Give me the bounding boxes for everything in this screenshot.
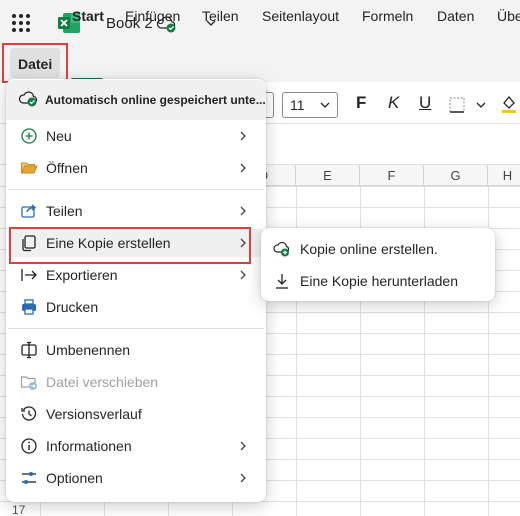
submenu-item-download-copy[interactable]: Eine Kopie herunterladen [261, 266, 495, 296]
download-icon [276, 274, 288, 289]
borders-icon[interactable] [448, 96, 466, 114]
bold-button[interactable]: F [356, 93, 366, 113]
rename-icon [21, 341, 37, 359]
chevron-right-icon [240, 206, 246, 216]
folder-open-icon [20, 162, 38, 174]
menu-item-label: Öffnen [46, 160, 88, 176]
info-icon [21, 438, 37, 454]
menu-item-info[interactable]: Informationen [8, 432, 264, 460]
column-header[interactable]: H [488, 165, 520, 186]
menu-item-export[interactable]: Exportieren [8, 261, 264, 289]
menu-item-label: Drucken [46, 299, 99, 315]
tab-review[interactable]: Übe [497, 8, 520, 24]
tab-insert[interactable]: Einfügen [125, 8, 180, 24]
tab-share[interactable]: Teilen [202, 8, 239, 24]
menu-item-print[interactable]: Drucken [8, 293, 264, 321]
tab-home[interactable]: Start [72, 8, 104, 24]
chevron-down-icon [320, 102, 330, 108]
app-launcher-icon[interactable] [12, 14, 30, 32]
chevron-right-icon [240, 473, 246, 483]
share-icon [21, 204, 37, 218]
cloud-add-icon [273, 241, 290, 257]
chevron-right-icon [240, 131, 246, 141]
cloud-saved-icon [18, 91, 38, 107]
plus-circle-icon [21, 128, 37, 144]
column-header[interactable]: F [360, 165, 424, 186]
menu-item-version-history[interactable]: Versionsverlauf [8, 400, 264, 428]
highlight-file-tab [2, 43, 68, 83]
menu-divider [8, 328, 264, 329]
column-header[interactable]: G [424, 165, 488, 186]
chevron-right-icon [240, 163, 246, 173]
menu-item-label: Informationen [46, 438, 132, 454]
menu-item-label: Versionsverlauf [46, 406, 142, 422]
menu-item-rename[interactable]: Umbenennen [8, 336, 264, 364]
tab-data[interactable]: Daten [437, 8, 474, 24]
move-folder-icon [20, 376, 37, 390]
export-arrow-icon [21, 269, 37, 281]
menu-item-label: Datei verschieben [46, 374, 159, 390]
menu-item-label: Optionen [46, 470, 103, 486]
column-header[interactable]: E [296, 165, 360, 186]
fill-color-icon[interactable] [500, 94, 518, 114]
menu-item-options[interactable]: Optionen [8, 464, 264, 492]
tab-formulas[interactable]: Formeln [362, 8, 413, 24]
printer-icon [22, 299, 36, 315]
chevron-right-icon [240, 270, 246, 280]
highlight-make-copy [9, 227, 251, 264]
menu-item-label: Exportieren [46, 267, 118, 283]
font-size-value: 11 [290, 97, 305, 113]
menu-item-share[interactable]: Teilen [8, 197, 264, 225]
submenu-item-copy-online[interactable]: Kopie online erstellen. [261, 234, 495, 264]
menu-item-label: Teilen [46, 203, 83, 219]
tab-page-layout[interactable]: Seitenlayout [262, 8, 339, 24]
menu-item-label: Neu [46, 128, 72, 144]
submenu-item-label: Kopie online erstellen. [300, 241, 438, 257]
menu-divider [8, 189, 264, 190]
options-sliders-icon [22, 472, 36, 484]
italic-button[interactable]: K [388, 93, 399, 113]
chevron-right-icon [240, 441, 246, 451]
submenu-item-label: Eine Kopie herunterladen [300, 273, 459, 289]
ribbon-tabs [0, 48, 520, 82]
chevron-down-icon[interactable] [474, 98, 488, 112]
row-header[interactable]: 17 [12, 503, 25, 516]
history-icon [21, 406, 37, 421]
autosave-status-text: Automatisch online gespeichert unte... [45, 93, 266, 107]
menu-item-open[interactable]: Öffnen [8, 154, 264, 182]
menu-item-move-file[interactable]: Datei verschieben [8, 368, 264, 396]
menu-item-label: Umbenennen [46, 342, 131, 358]
menu-item-new[interactable]: Neu [8, 122, 264, 150]
underline-button[interactable]: U [419, 93, 431, 113]
